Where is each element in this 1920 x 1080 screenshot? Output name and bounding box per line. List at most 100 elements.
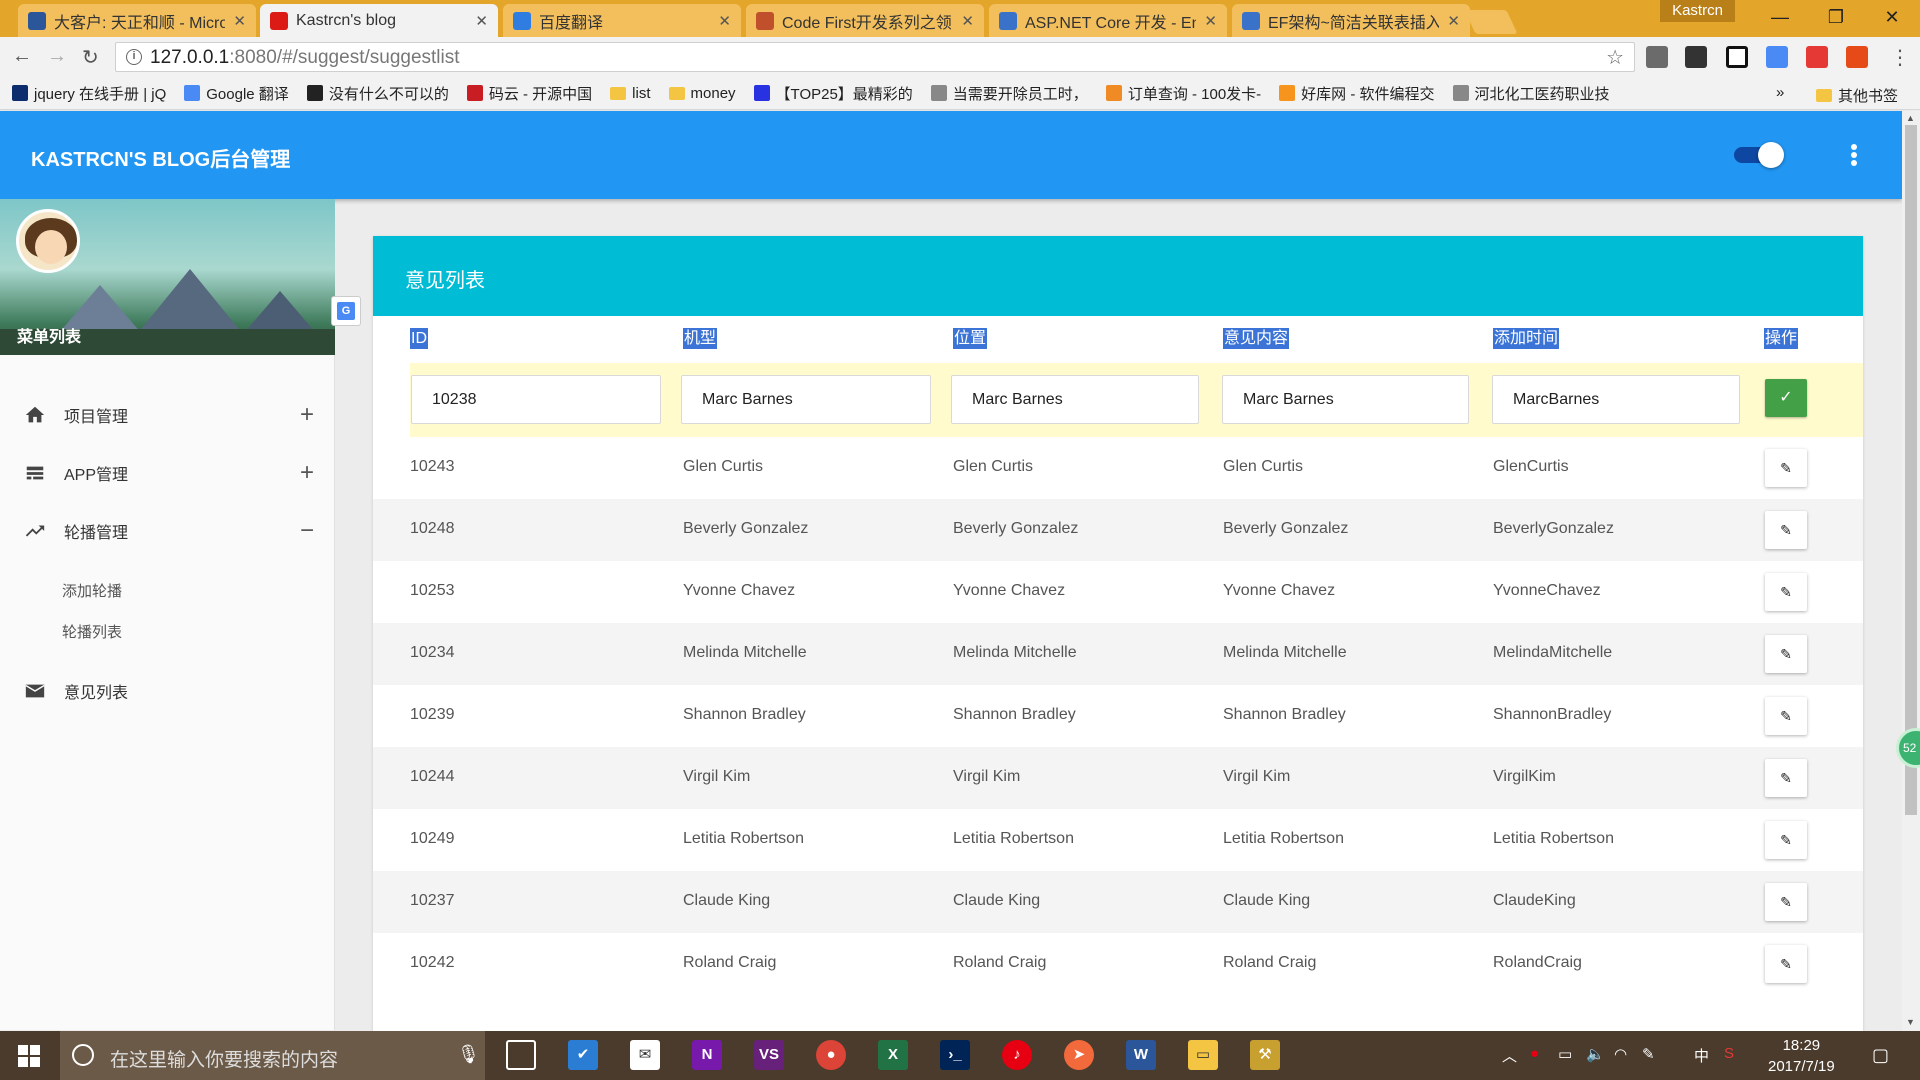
edit-button[interactable]: ✎ xyxy=(1765,449,1807,487)
page-scrollbar[interactable]: ▲ ▼ xyxy=(1902,111,1920,1031)
back-icon[interactable]: ← xyxy=(12,45,32,68)
tab-close-icon[interactable]: ✕ xyxy=(1447,12,1460,30)
expand-icon[interactable]: + xyxy=(300,403,314,427)
bookmark-item[interactable]: 好库网 - 软件编程交 xyxy=(1279,83,1435,104)
save-button[interactable]: ✓ xyxy=(1765,379,1807,417)
column-header-id[interactable]: ID xyxy=(410,328,428,349)
file-explorer-icon[interactable]: ▭ xyxy=(1188,1040,1218,1070)
bookmarks-overflow[interactable]: » xyxy=(1776,84,1784,101)
sidebar-item-apps[interactable]: APP管理 + xyxy=(0,449,335,497)
site-info-icon[interactable]: i xyxy=(126,49,142,65)
extension-arrow-icon[interactable] xyxy=(1685,46,1707,68)
extension-recycle-icon[interactable] xyxy=(1646,46,1668,68)
extension-acrobat-icon[interactable] xyxy=(1846,46,1868,68)
url-input[interactable]: i 127.0.0.1:8080/#/suggest/suggestlist ☆ xyxy=(115,42,1635,72)
onenote-icon[interactable]: N xyxy=(692,1040,722,1070)
id-input[interactable] xyxy=(411,375,661,424)
collapse-icon[interactable]: − xyxy=(300,519,314,543)
scrollbar-thumb[interactable] xyxy=(1905,125,1917,815)
sidebar-item-carousel[interactable]: 轮播管理 − xyxy=(0,507,335,555)
translate-float-icon[interactable]: G xyxy=(331,296,361,326)
bookmark-star-icon[interactable]: ☆ xyxy=(1606,45,1624,70)
forward-icon[interactable]: → xyxy=(47,45,67,68)
bookmark-item[interactable]: list xyxy=(610,85,651,102)
bookmark-item[interactable]: 河北化工医药职业技 xyxy=(1452,83,1610,104)
maximize-button[interactable]: ❐ xyxy=(1808,0,1864,34)
bookmark-item[interactable]: jquery 在线手册 | jQ xyxy=(12,83,166,104)
more-options-icon[interactable] xyxy=(1844,141,1864,169)
floating-badge[interactable]: 52 xyxy=(1896,728,1920,768)
chrome-menu-icon[interactable]: ⋮ xyxy=(1890,45,1910,70)
powershell-icon[interactable]: ›_ xyxy=(940,1040,970,1070)
edit-button[interactable]: ✎ xyxy=(1765,883,1807,921)
windows-start-icon[interactable] xyxy=(18,1045,40,1067)
sidebar-item-suggestions[interactable]: 意见列表 xyxy=(0,667,335,715)
bookmark-item[interactable]: 没有什么不可以的 xyxy=(306,83,449,104)
excel-icon[interactable]: X xyxy=(878,1040,908,1070)
notifications-icon[interactable]: ▢ xyxy=(1872,1045,1889,1066)
browser-tab[interactable]: 百度翻译 ✕ xyxy=(503,4,741,37)
edit-button[interactable]: ✎ xyxy=(1765,573,1807,611)
todo-app-icon[interactable]: ✔ xyxy=(568,1040,598,1070)
bookmark-other[interactable]: 其他书签 xyxy=(1816,85,1898,106)
taskbar-search[interactable]: 在这里输入你要搜索的内容 🎙 xyxy=(60,1031,485,1080)
minimize-button[interactable]: — xyxy=(1752,0,1808,34)
tab-close-icon[interactable]: ✕ xyxy=(475,12,488,30)
edit-button[interactable]: ✎ xyxy=(1765,821,1807,859)
battery-icon[interactable]: ▭ xyxy=(1558,1045,1572,1063)
avatar[interactable] xyxy=(16,209,80,273)
microphone-icon[interactable]: 🎙 xyxy=(457,1044,480,1065)
taskbar-clock[interactable]: 18:29 2017/7/19 xyxy=(1768,1035,1835,1077)
postman-icon[interactable]: ➤ xyxy=(1064,1040,1094,1070)
extension-square-icon[interactable] xyxy=(1726,46,1748,68)
pen-icon[interactable]: ✎ xyxy=(1642,1045,1655,1063)
browser-tab[interactable]: Kastrcn's blog ✕ xyxy=(260,4,498,37)
chrome-taskbar-icon[interactable]: ● xyxy=(816,1040,846,1070)
bookmark-item[interactable]: 【TOP25】最精彩的 xyxy=(753,83,913,104)
sidebar-subitem-carousel-list[interactable]: 轮播列表 xyxy=(62,621,122,642)
column-header-time[interactable]: 添加时间 xyxy=(1493,328,1560,349)
sidebar-item-projects[interactable]: 项目管理 + xyxy=(0,391,335,439)
position-input[interactable] xyxy=(951,375,1199,424)
browser-tab[interactable]: 大客户: 天正和顺 - Micro ✕ xyxy=(18,4,256,37)
new-tab-button[interactable] xyxy=(1464,10,1518,34)
edit-button[interactable]: ✎ xyxy=(1765,635,1807,673)
bookmark-item[interactable]: 码云 - 开源中国 xyxy=(466,83,592,104)
theme-toggle[interactable] xyxy=(1734,142,1784,168)
expand-icon[interactable]: + xyxy=(300,461,314,485)
edit-button[interactable]: ✎ xyxy=(1765,697,1807,735)
extension-translate-icon[interactable] xyxy=(1766,46,1788,68)
bookmark-item[interactable]: 订单查询 - 100发卡- xyxy=(1105,83,1261,104)
edit-button[interactable]: ✎ xyxy=(1765,759,1807,797)
profile-button[interactable]: Kastrcn xyxy=(1660,0,1735,22)
tools-icon[interactable]: ⚒ xyxy=(1250,1040,1280,1070)
word-icon[interactable]: W xyxy=(1126,1040,1156,1070)
model-input[interactable] xyxy=(681,375,931,424)
task-view-icon[interactable] xyxy=(506,1040,536,1070)
edit-button[interactable]: ✎ xyxy=(1765,511,1807,549)
close-window-button[interactable]: ✕ xyxy=(1864,0,1920,34)
time-input[interactable] xyxy=(1492,375,1740,424)
tray-weibo-icon[interactable]: ● xyxy=(1530,1045,1539,1062)
reload-icon[interactable]: ↻ xyxy=(82,45,99,70)
wifi-icon[interactable]: ◠ xyxy=(1614,1045,1627,1063)
column-header-actions[interactable]: 操作 xyxy=(1764,328,1799,349)
tab-close-icon[interactable]: ✕ xyxy=(961,12,974,30)
sidebar-subitem-add-carousel[interactable]: 添加轮播 xyxy=(62,580,122,601)
sogou-icon[interactable]: S xyxy=(1724,1045,1734,1062)
ime-indicator[interactable]: 中 xyxy=(1694,1045,1709,1066)
column-header-position[interactable]: 位置 xyxy=(953,328,988,349)
visual-studio-icon[interactable]: VS xyxy=(754,1040,784,1070)
extension-red-icon[interactable] xyxy=(1806,46,1828,68)
volume-icon[interactable]: 🔈 xyxy=(1586,1045,1605,1063)
tab-close-icon[interactable]: ✕ xyxy=(1204,12,1217,30)
bookmark-item[interactable]: money xyxy=(668,85,736,102)
browser-tab[interactable]: EF架构~简洁关联表插入 ✕ xyxy=(1232,4,1470,37)
browser-tab[interactable]: ASP.NET Core 开发 - En ✕ xyxy=(989,4,1227,37)
scroll-up-icon[interactable]: ▲ xyxy=(1906,113,1915,123)
browser-tab[interactable]: Code First开发系列之领 ✕ xyxy=(746,4,984,37)
column-header-content[interactable]: 意见内容 xyxy=(1223,328,1290,349)
bookmark-item[interactable]: Google 翻译 xyxy=(184,83,289,104)
content-input[interactable] xyxy=(1222,375,1469,424)
edit-button[interactable]: ✎ xyxy=(1765,945,1807,983)
